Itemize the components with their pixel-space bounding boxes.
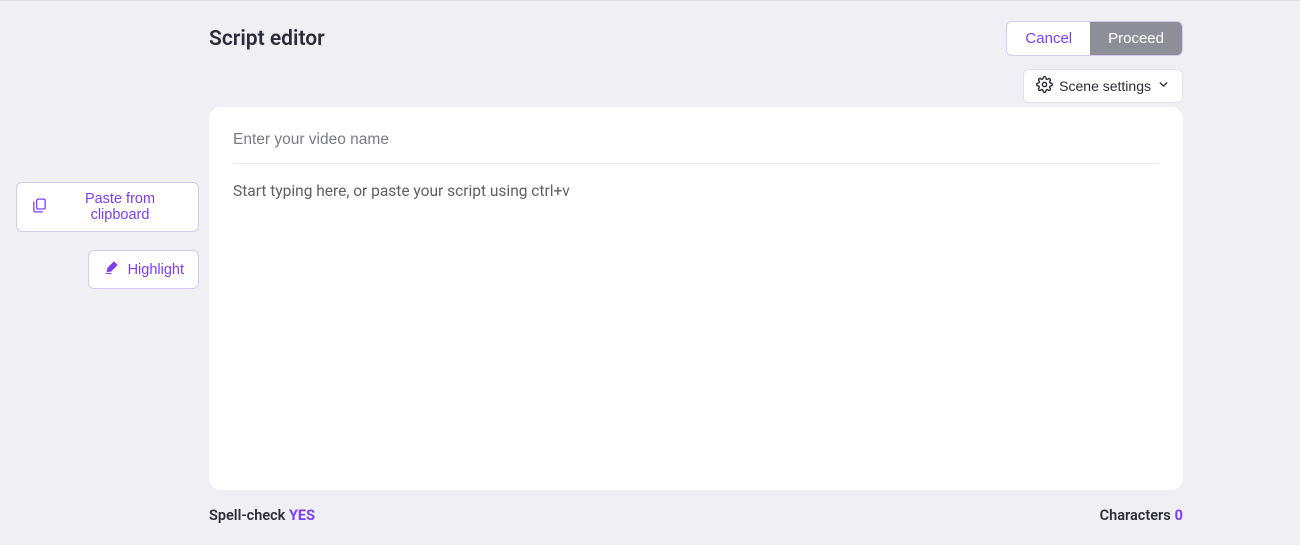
editor-card bbox=[209, 107, 1183, 490]
header-button-group: Cancel Proceed bbox=[1006, 21, 1183, 56]
paste-from-clipboard-button[interactable]: Paste from clipboard bbox=[16, 182, 199, 232]
highlight-label: Highlight bbox=[128, 262, 184, 278]
spellcheck-status: Spell-check YES bbox=[209, 507, 315, 524]
page-title: Script editor bbox=[209, 27, 325, 51]
gear-icon bbox=[1036, 76, 1053, 96]
video-name-input[interactable] bbox=[233, 131, 1159, 164]
clipboard-icon bbox=[31, 197, 48, 218]
chevron-down-icon bbox=[1157, 78, 1170, 94]
cancel-button[interactable]: Cancel bbox=[1007, 22, 1090, 55]
script-textarea[interactable] bbox=[233, 164, 1159, 464]
spellcheck-value[interactable]: YES bbox=[289, 507, 315, 524]
scene-settings-label: Scene settings bbox=[1059, 78, 1151, 94]
characters-label: Characters bbox=[1100, 507, 1171, 524]
paste-label: Paste from clipboard bbox=[56, 191, 184, 223]
proceed-button[interactable]: Proceed bbox=[1090, 22, 1182, 55]
characters-status: Characters0 bbox=[1100, 507, 1183, 524]
spellcheck-label: Spell-check bbox=[209, 507, 289, 524]
highlight-button[interactable]: Highlight bbox=[88, 250, 199, 289]
scene-settings-button[interactable]: Scene settings bbox=[1023, 69, 1183, 103]
highlighter-icon bbox=[103, 259, 120, 280]
characters-value: 0 bbox=[1175, 507, 1183, 524]
